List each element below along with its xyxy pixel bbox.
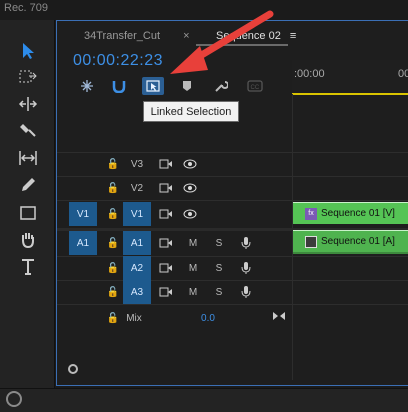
playhead-timecode[interactable]: 00:00:22:23	[73, 52, 163, 70]
source-patch-v1[interactable]: V1	[69, 202, 97, 226]
mute-button[interactable]: M	[187, 236, 199, 250]
solo-button[interactable]: S	[213, 285, 225, 299]
color-space-label: Rec. 709	[4, 2, 49, 14]
eye-icon[interactable]	[183, 182, 197, 194]
annotation-arrow-icon	[170, 10, 274, 74]
status-bar	[0, 388, 408, 412]
eye-icon[interactable]	[183, 158, 197, 170]
clip-label: Sequence 01 [V]	[321, 208, 395, 219]
solo-button[interactable]: S	[213, 261, 225, 275]
rectangle-tool-icon[interactable]	[16, 202, 40, 224]
track-header-a3: 🔓 A3 M S	[57, 280, 292, 304]
razor-tool-icon[interactable]	[16, 119, 40, 141]
work-area-bar[interactable]	[292, 93, 408, 95]
creative-cloud-icon[interactable]	[6, 391, 22, 407]
microphone-icon[interactable]	[240, 284, 252, 300]
track-target-v3[interactable]: V3	[123, 152, 151, 176]
clip-label: Sequence 01 [A]	[321, 236, 395, 247]
insert-sequence-as-nests-icon[interactable]	[76, 77, 98, 95]
go-to-edit-icon[interactable]	[271, 309, 287, 323]
track-target-a2[interactable]: A2	[123, 256, 151, 280]
lock-icon[interactable]: 🔓	[107, 261, 119, 275]
tools-panel	[0, 20, 55, 405]
microphone-icon[interactable]	[240, 235, 252, 251]
track-target-a3[interactable]: A3	[123, 280, 151, 304]
fx-badge: fx	[305, 207, 317, 220]
tab-label: 34Transfer_Cut	[84, 30, 161, 42]
sync-lock-icon[interactable]	[159, 262, 173, 274]
menu-icon[interactable]: ≡	[290, 30, 296, 42]
ruler-next-label: 00:	[398, 68, 408, 80]
track-target-v1[interactable]: V1	[123, 202, 151, 226]
sync-lock-icon[interactable]	[159, 237, 173, 249]
audio-waveform-line	[293, 252, 408, 254]
selection-tool-icon[interactable]	[16, 40, 40, 62]
lock-icon[interactable]: 🔓	[107, 311, 119, 325]
track-header-a1: A1 🔓 A1 M S	[57, 231, 292, 256]
mix-track-header: 🔓 Mix 0.0	[57, 306, 292, 330]
mute-button[interactable]: M	[187, 261, 199, 275]
solo-button[interactable]: S	[213, 236, 225, 250]
sync-lock-icon[interactable]	[159, 208, 173, 220]
mix-label: Mix	[126, 312, 142, 324]
eye-icon[interactable]	[183, 208, 197, 220]
linked-selection-tooltip: Linked Selection	[143, 101, 239, 122]
slip-tool-icon[interactable]	[16, 147, 40, 169]
lock-icon[interactable]: 🔓	[107, 157, 119, 171]
audio-clip[interactable]: Sequence 01 [A]	[293, 230, 408, 252]
pen-tool-icon[interactable]	[16, 174, 40, 196]
mute-button[interactable]: M	[187, 285, 199, 299]
sync-lock-icon[interactable]	[159, 158, 173, 170]
timeline-scrollbar[interactable]	[62, 360, 408, 376]
sync-lock-icon[interactable]	[159, 286, 173, 298]
track-header-a2: 🔓 A2 M S	[57, 256, 292, 280]
divider	[57, 304, 408, 305]
mix-volume-value[interactable]: 0.0	[197, 311, 219, 325]
lock-icon[interactable]: 🔓	[107, 207, 119, 221]
lock-icon[interactable]: 🔓	[107, 181, 119, 195]
sync-lock-icon[interactable]	[159, 182, 173, 194]
hand-tool-icon[interactable]	[16, 229, 40, 251]
track-target-a1[interactable]: A1	[123, 231, 151, 255]
ripple-edit-tool-icon[interactable]	[16, 93, 40, 115]
lock-icon[interactable]: 🔓	[107, 236, 119, 250]
scrollbar-handle[interactable]	[68, 364, 78, 374]
track-target-v2[interactable]: V2	[123, 176, 151, 200]
lock-icon[interactable]: 🔓	[107, 285, 119, 299]
ruler-start-label: :00:00	[294, 68, 325, 80]
audio-clip-icon	[305, 235, 317, 248]
track-header-v3: 🔓 V3	[57, 152, 292, 176]
track-header-v1: V1 🔓 V1	[57, 200, 292, 228]
microphone-icon[interactable]	[240, 260, 252, 276]
snap-icon[interactable]	[108, 77, 130, 95]
track-header-v2: 🔓 V2	[57, 176, 292, 200]
video-clip[interactable]: fx Sequence 01 [V]	[293, 202, 408, 224]
source-patch-a1[interactable]: A1	[69, 231, 97, 255]
type-tool-icon[interactable]	[16, 256, 40, 278]
track-select-tool-icon[interactable]	[16, 66, 40, 88]
